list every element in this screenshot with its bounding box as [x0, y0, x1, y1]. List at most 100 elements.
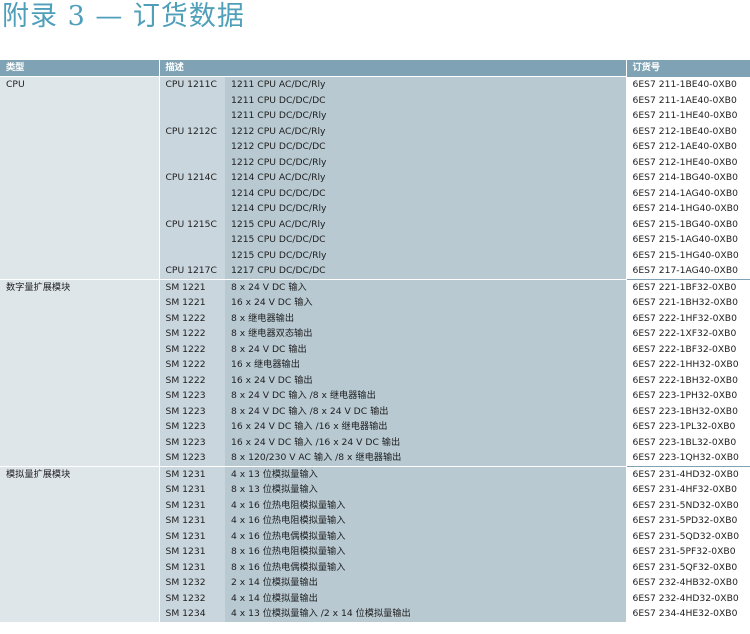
model-cell — [159, 247, 225, 263]
description-cell: 1212 CPU DC/DC/Rly — [225, 154, 627, 170]
description-cell: 1217 CPU DC/DC/DC — [225, 263, 627, 279]
model-cell — [159, 92, 225, 108]
order-number-cell: 6ES7 222-1HH32-0XB0 — [626, 357, 750, 373]
description-cell: 8 x 16 位热电偶模拟量输入 — [225, 559, 627, 575]
header-description: 描述 — [159, 60, 627, 77]
table-header-row: 类型 描述 订货号 — [0, 60, 750, 77]
description-cell: 1215 CPU DC/DC/Rly — [225, 247, 627, 263]
order-number-cell: 6ES7 234-4HE32-0XB0 — [626, 606, 750, 622]
order-number-cell: 6ES7 211-1BE40-0XB0 — [626, 76, 750, 93]
description-cell: 8 x 继电器双态输出 — [225, 326, 627, 342]
order-number-cell: 6ES7 222-1XF32-0XB0 — [626, 326, 750, 342]
order-number-cell: 6ES7 212-1AE40-0XB0 — [626, 139, 750, 155]
order-number-cell: 6ES7 212-1BE40-0XB0 — [626, 123, 750, 139]
order-number-cell: 6ES7 222-1BH32-0XB0 — [626, 372, 750, 388]
model-cell: SM 1232 — [159, 590, 225, 606]
description-cell: 8 x 24 V DC 输入 — [225, 278, 627, 295]
table-row: 模拟量扩展模块 SM 1231 4 x 13 位模拟量输入 6ES7 231-4HD3… — [0, 465, 750, 622]
model-cell: SM 1231 — [159, 482, 225, 498]
description-cell: 16 x 24 V DC 输入 /16 x 24 V DC 输出 — [225, 434, 627, 450]
model-cell: SM 1223 — [159, 434, 225, 450]
category-cell: 模拟量扩展模块 — [0, 465, 160, 622]
model-cell: SM 1231 — [159, 544, 225, 560]
model-cell: SM 1234 — [159, 606, 225, 622]
order-number-cell: 6ES7 231-5PF32-0XB0 — [626, 544, 750, 560]
order-number-cell: 6ES7 223-1BL32-0XB0 — [626, 434, 750, 450]
order-number-cell: 6ES7 232-4HB32-0XB0 — [626, 575, 750, 591]
model-cell: SM 1223 — [159, 419, 225, 435]
description-cell: 2 x 14 位模拟量输出 — [225, 575, 627, 591]
model-cell: CPU 1212C — [159, 123, 225, 139]
model-cell: SM 1231 — [159, 497, 225, 513]
model-cell — [159, 139, 225, 155]
model-cell: SM 1232 — [159, 575, 225, 591]
model-cell: SM 1231 — [159, 528, 225, 544]
description-cell: 4 x 14 位模拟量输出 — [225, 590, 627, 606]
description-cell: 4 x 16 位热电偶模拟量输入 — [225, 528, 627, 544]
description-cell: 16 x 继电器输出 — [225, 357, 627, 373]
description-cell: 16 x 24 V DC 输入 /16 x 继电器输出 — [225, 419, 627, 435]
model-cell: CPU 1215C — [159, 216, 225, 232]
model-cell: SM 1221 — [159, 278, 225, 295]
order-number-cell: 6ES7 231-5QF32-0XB0 — [626, 559, 750, 575]
header-order-number: 订货号 — [626, 60, 750, 77]
model-cell — [159, 185, 225, 201]
order-data-table: 类型 描述 订货号 CPU CPU 1211C 1211 CPU AC/DC/Rly… — [0, 60, 750, 622]
order-number-cell: 6ES7 223-1QH32-0XB0 — [626, 450, 750, 466]
model-cell: SM 1231 — [159, 465, 225, 482]
model-cell — [159, 201, 225, 217]
order-number-cell: 6ES7 221-1BH32-0XB0 — [626, 295, 750, 311]
order-number-cell: 6ES7 231-4HF32-0XB0 — [626, 482, 750, 498]
model-cell: SM 1231 — [159, 513, 225, 529]
order-number-cell: 6ES7 214-1AG40-0XB0 — [626, 185, 750, 201]
description-cell: 8 x 24 V DC 输入 /8 x 24 V DC 输出 — [225, 403, 627, 419]
order-number-cell: 6ES7 223-1BH32-0XB0 — [626, 403, 750, 419]
table-row: CPU CPU 1211C 1211 CPU AC/DC/Rly 6ES7 211-1… — [0, 76, 750, 279]
model-cell: SM 1222 — [159, 357, 225, 373]
description-cell: 1212 CPU AC/DC/Rly — [225, 123, 627, 139]
order-number-cell: 6ES7 214-1HG40-0XB0 — [626, 201, 750, 217]
description-cell: 1211 CPU DC/DC/DC — [225, 92, 627, 108]
order-number-cell: 6ES7 223-1PL32-0XB0 — [626, 419, 750, 435]
description-cell: 1215 CPU DC/DC/DC — [225, 232, 627, 248]
table-body: CPU CPU 1211C 1211 CPU AC/DC/Rly 6ES7 211-1… — [0, 76, 750, 622]
category-cell: 数字量扩展模块 — [0, 278, 160, 466]
order-number-cell: 6ES7 231-5QD32-0XB0 — [626, 528, 750, 544]
description-cell: 1211 CPU DC/DC/Rly — [225, 108, 627, 124]
order-number-cell: 6ES7 223-1PH32-0XB0 — [626, 388, 750, 404]
model-cell: SM 1222 — [159, 326, 225, 342]
description-cell: 1215 CPU AC/DC/Rly — [225, 216, 627, 232]
model-cell: SM 1222 — [159, 372, 225, 388]
description-cell: 8 x 16 位热电阻模拟量输入 — [225, 544, 627, 560]
description-cell: 8 x 13 位模拟量输入 — [225, 482, 627, 498]
order-number-cell: 6ES7 215-1HG40-0XB0 — [626, 247, 750, 263]
order-number-cell: 6ES7 231-5ND32-0XB0 — [626, 497, 750, 513]
description-cell: 1214 CPU DC/DC/DC — [225, 185, 627, 201]
order-number-cell: 6ES7 217-1AG40-0XB0 — [626, 263, 750, 279]
order-number-cell: 6ES7 222-1BF32-0XB0 — [626, 341, 750, 357]
description-cell: 8 x 120/230 V AC 输入 /8 x 继电器输出 — [225, 450, 627, 466]
model-cell: SM 1223 — [159, 450, 225, 466]
description-cell: 1211 CPU AC/DC/Rly — [225, 76, 627, 93]
description-cell: 8 x 24 V DC 输入 /8 x 继电器输出 — [225, 388, 627, 404]
description-cell: 4 x 16 位热电阻模拟量输入 — [225, 497, 627, 513]
order-number-cell: 6ES7 214-1BG40-0XB0 — [626, 170, 750, 186]
order-number-cell: 6ES7 231-4HD32-0XB0 — [626, 465, 750, 482]
order-number-cell: 6ES7 232-4HD32-0XB0 — [626, 590, 750, 606]
model-cell: CPU 1211C — [159, 76, 225, 93]
order-number-cell: 6ES7 215-1BG40-0XB0 — [626, 216, 750, 232]
description-cell: 4 x 13 位模拟量输入 /2 x 14 位模拟量输出 — [225, 606, 627, 622]
order-number-cell: 6ES7 211-1HE40-0XB0 — [626, 108, 750, 124]
model-cell: CPU 1214C — [159, 170, 225, 186]
model-cell — [159, 232, 225, 248]
model-cell: CPU 1217C — [159, 263, 225, 279]
model-cell: SM 1221 — [159, 295, 225, 311]
model-cell — [159, 154, 225, 170]
order-number-cell: 6ES7 212-1HE40-0XB0 — [626, 154, 750, 170]
description-cell: 1214 CPU DC/DC/Rly — [225, 201, 627, 217]
description-cell: 1212 CPU DC/DC/DC — [225, 139, 627, 155]
description-cell: 4 x 16 位热电阻模拟量输入 — [225, 513, 627, 529]
order-number-cell: 6ES7 221-1BF32-0XB0 — [626, 278, 750, 295]
description-cell: 8 x 继电器输出 — [225, 310, 627, 326]
table-row: 数字量扩展模块 SM 1221 8 x 24 V DC 输入 6ES7 221-1BF… — [0, 278, 750, 466]
